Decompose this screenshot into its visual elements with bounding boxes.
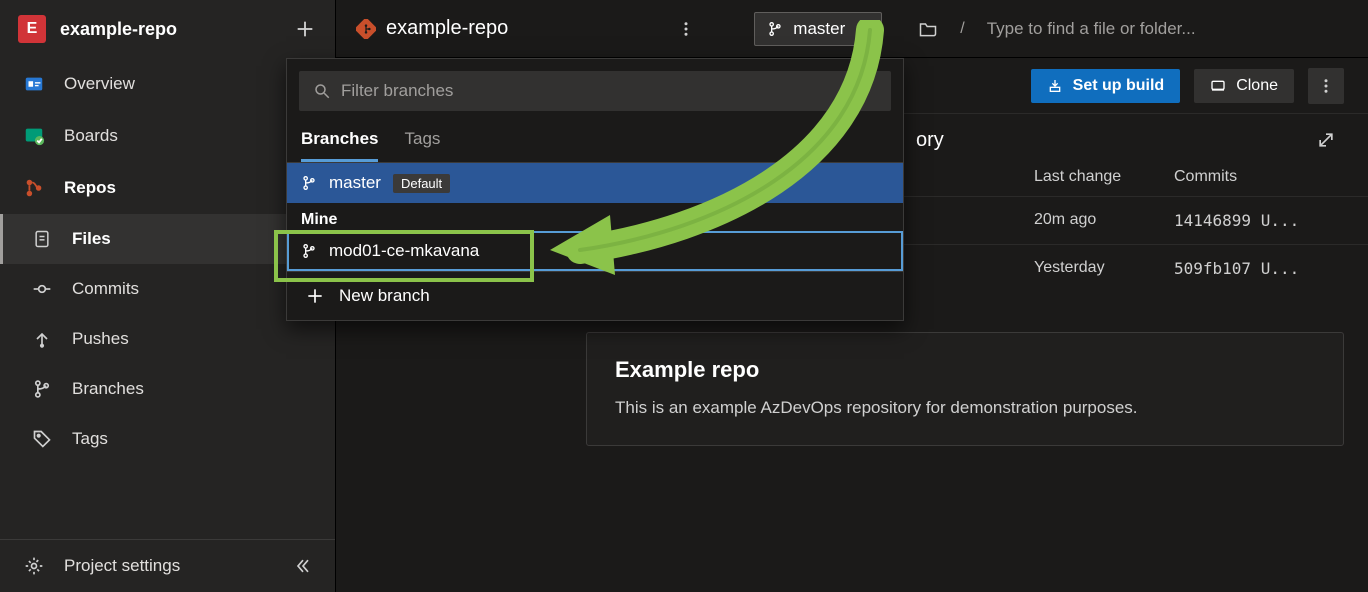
folder-icon[interactable]: [918, 19, 938, 39]
clone-label: Clone: [1236, 77, 1278, 95]
readme-body: This is an example AzDevOps repository f…: [615, 395, 1315, 421]
files-icon: [30, 227, 54, 251]
new-branch-button[interactable]: New branch: [287, 271, 903, 320]
sidebar-item-label: Boards: [64, 126, 118, 146]
sidebar-item-label: Repos: [64, 178, 116, 198]
gear-icon: [22, 554, 46, 578]
default-badge: Default: [393, 174, 450, 193]
sidebar-item-tags[interactable]: Tags: [0, 414, 335, 464]
clone-icon: [1210, 78, 1226, 94]
branch-filter-input[interactable]: [341, 81, 877, 101]
sidebar-item-overview[interactable]: Overview: [0, 58, 335, 110]
branch-label: master: [793, 19, 845, 39]
repos-icon: [22, 176, 46, 200]
sidebar-item-repos[interactable]: Repos: [0, 162, 335, 214]
sidebar-item-boards[interactable]: Boards: [0, 110, 335, 162]
sidebar-item-label: Tags: [72, 429, 108, 449]
branch-item-master[interactable]: master Default: [287, 163, 903, 203]
path-separator: /: [950, 20, 974, 38]
mine-section-label: Mine: [287, 203, 903, 231]
overview-icon: [22, 72, 46, 96]
collapse-icon[interactable]: [293, 556, 313, 576]
boards-icon: [22, 124, 46, 148]
branch-icon: [767, 21, 783, 37]
branch-icon: [301, 243, 317, 259]
file-search-input[interactable]: [987, 19, 1344, 39]
more-actions-button[interactable]: [1308, 68, 1344, 104]
setup-build-label: Set up build: [1073, 77, 1165, 95]
branch-filter[interactable]: [299, 71, 891, 111]
clone-button[interactable]: Clone: [1194, 69, 1294, 103]
sidebar-item-branches[interactable]: Branches: [0, 364, 335, 414]
branch-dropdown: Branches Tags master Default Mine mod01-…: [286, 58, 904, 321]
pushes-icon: [30, 327, 54, 351]
sidebar-item-label: Project settings: [64, 556, 180, 576]
col-commits: Commits: [1174, 168, 1344, 186]
tab-branches[interactable]: Branches: [301, 119, 378, 162]
git-icon: [356, 19, 376, 39]
setup-build-button[interactable]: Set up build: [1031, 69, 1181, 103]
sidebar-item-label: Files: [72, 229, 111, 249]
sidebar-item-files[interactable]: Files: [0, 214, 335, 264]
tags-icon: [30, 427, 54, 451]
branch-item-mine[interactable]: mod01-ce-mkavana: [287, 231, 903, 271]
readme-card: Example repo This is an example AzDevOps…: [586, 332, 1344, 446]
col-last-change: Last change: [1034, 168, 1174, 186]
sidebar-item-commits[interactable]: Commits: [0, 264, 335, 314]
add-project-button[interactable]: [293, 17, 317, 41]
repo-more-button[interactable]: [670, 13, 702, 45]
sidebar-item-project-settings[interactable]: Project settings: [0, 540, 335, 592]
branch-icon: [301, 175, 317, 191]
commits-icon: [30, 277, 54, 301]
sidebar-item-label: Overview: [64, 74, 135, 94]
project-badge: E: [18, 15, 46, 43]
sidebar-item-label: Pushes: [72, 329, 129, 349]
branches-icon: [30, 377, 54, 401]
search-icon: [313, 82, 331, 100]
readme-title: Example repo: [615, 357, 1315, 383]
chevron-down-icon: [855, 22, 869, 36]
sidebar-item-pushes[interactable]: Pushes: [0, 314, 335, 364]
fullscreen-button[interactable]: [1308, 122, 1344, 158]
plus-icon: [305, 286, 325, 306]
sidebar-item-label: Branches: [72, 379, 144, 399]
repo-title-text: example-repo: [386, 17, 508, 40]
branch-selector-button[interactable]: master: [754, 12, 882, 46]
build-icon: [1047, 78, 1063, 94]
project-name[interactable]: example-repo: [60, 19, 279, 40]
tab-tags[interactable]: Tags: [404, 119, 440, 162]
sidebar-item-label: Commits: [72, 279, 139, 299]
repo-title[interactable]: example-repo: [356, 17, 508, 40]
